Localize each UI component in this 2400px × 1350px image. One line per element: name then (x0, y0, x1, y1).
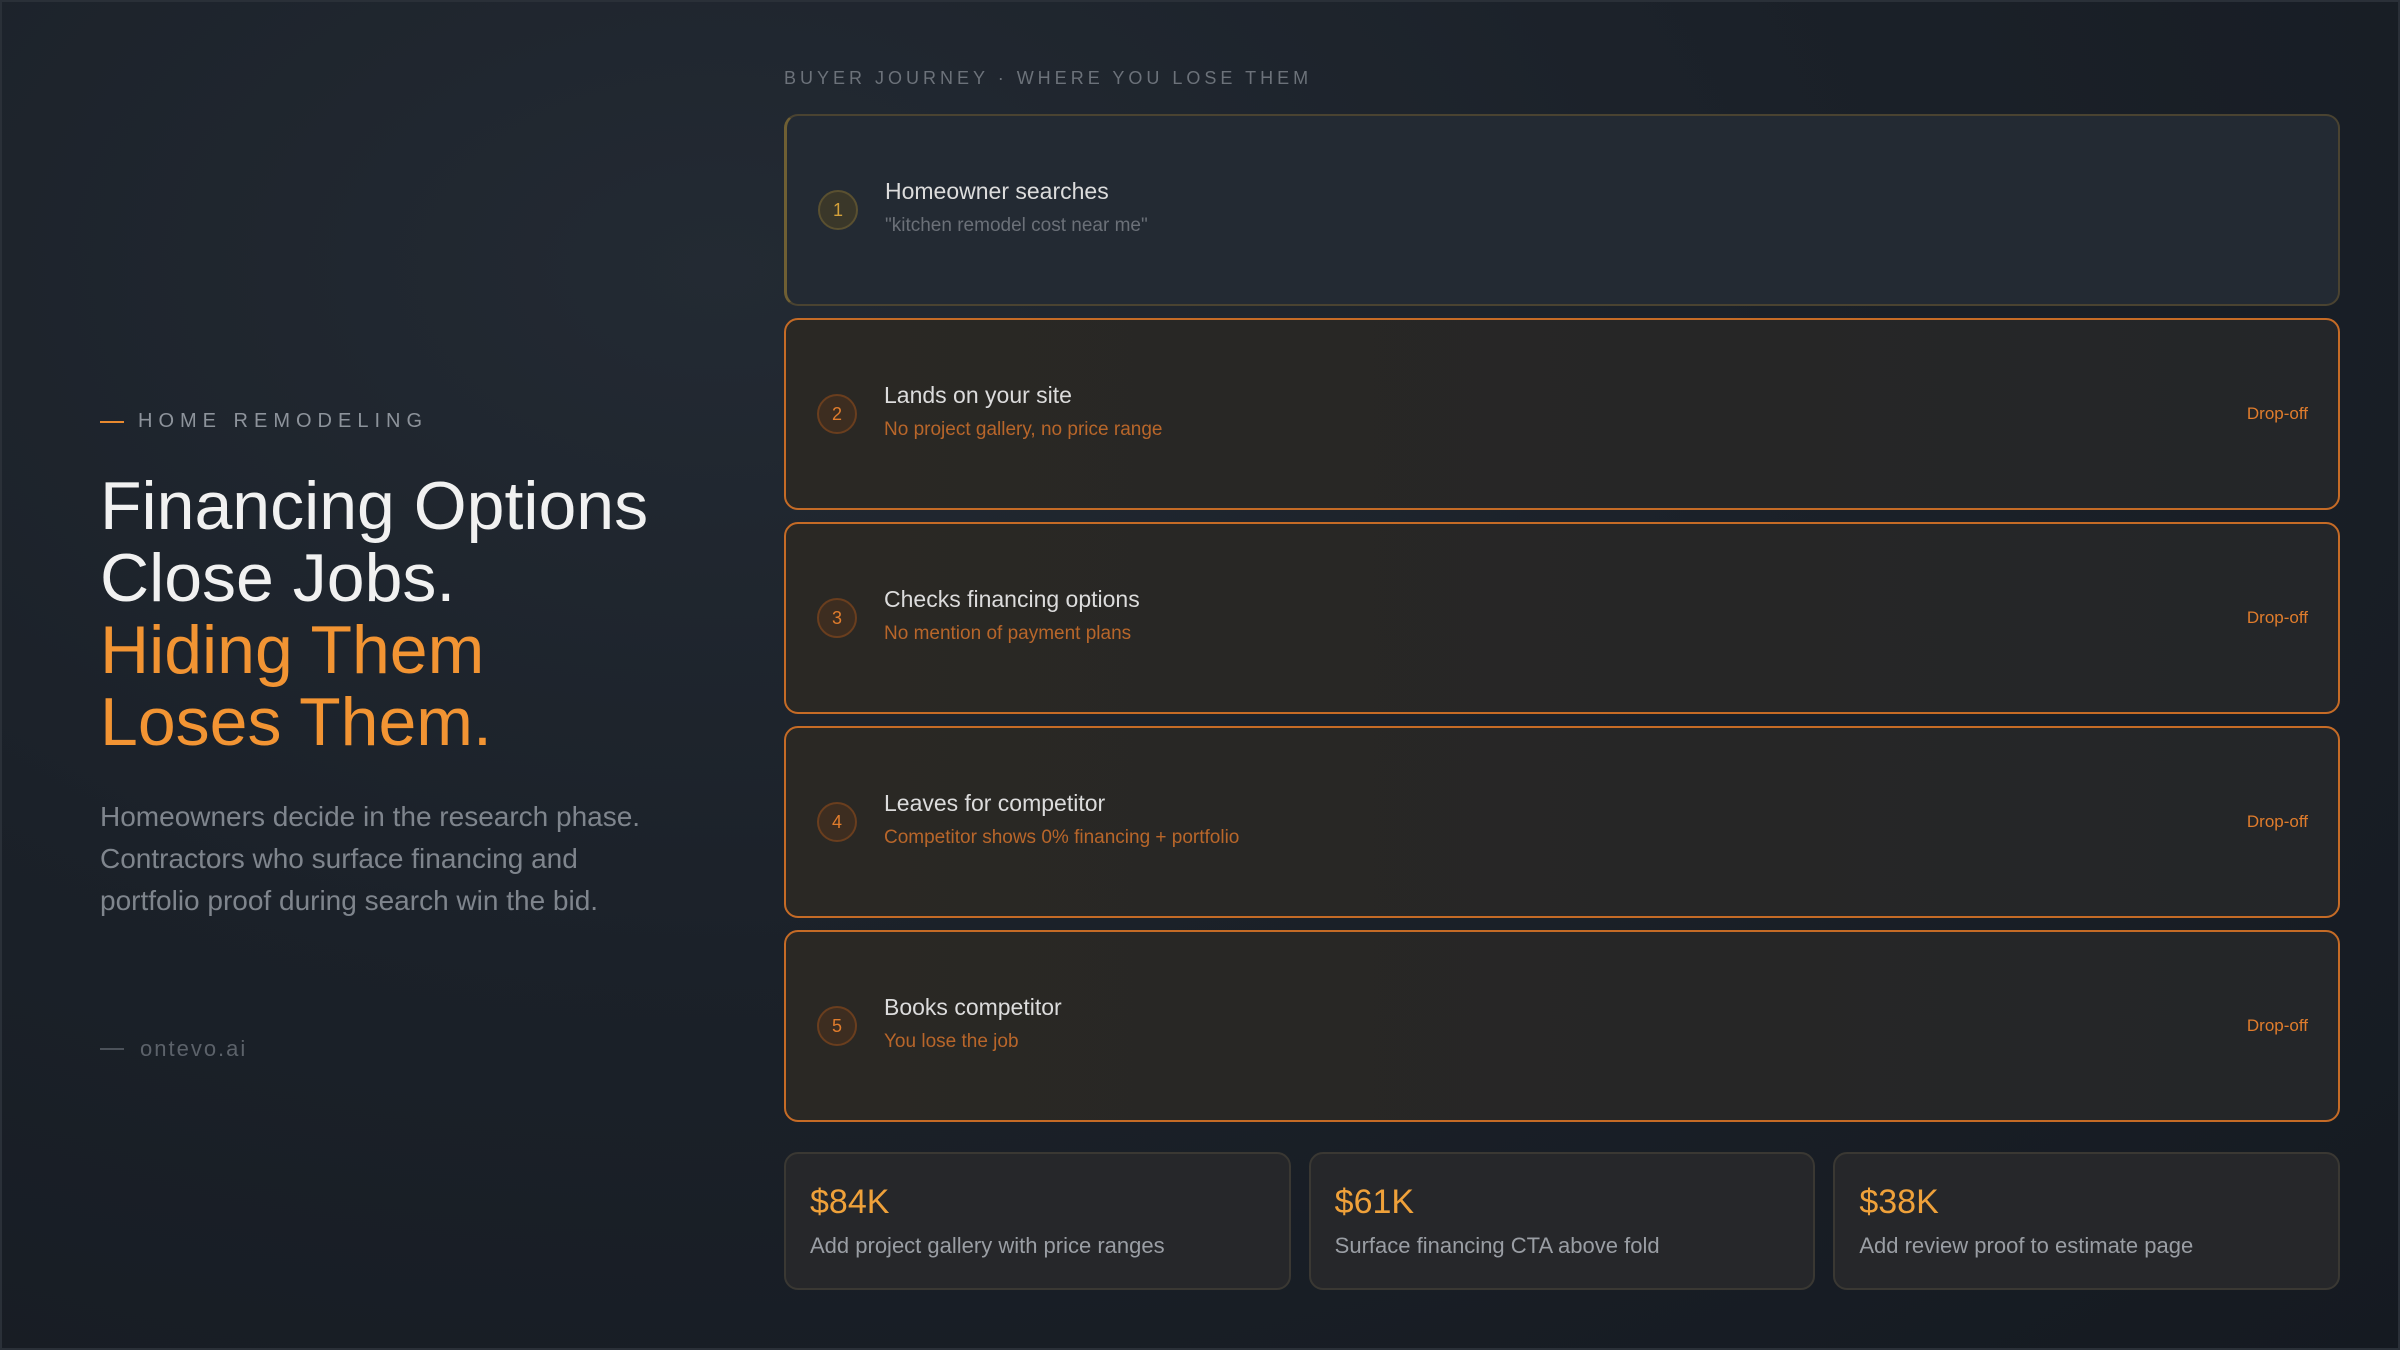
step-subtitle: No mention of payment plans (884, 623, 1132, 644)
brand-label: ontevo.ai (140, 1036, 248, 1061)
stat-card: $84K Add project gallery with price rang… (784, 1152, 1291, 1290)
dropoff-badge: Drop-off (2246, 1016, 2308, 1035)
headline-line-2: Close Jobs. (100, 540, 456, 616)
stat-card: $38K Add review proof to estimate page (1833, 1152, 2341, 1290)
step-number: 3 (817, 598, 857, 638)
step-number: 4 (817, 802, 857, 842)
step-subtitle: "kitchen remodel cost near me" (885, 215, 1148, 236)
journey-step-5: 5 Books competitor You lose the job Drop… (784, 930, 2340, 1122)
slide: HOME REMODELING Financing Options Close … (0, 0, 2400, 1350)
dropoff-badge: Drop-off (2246, 404, 2308, 423)
eyebrow-label: HOME REMODELING (138, 410, 429, 432)
brand-dash (100, 1048, 124, 1050)
body-copy: Homeowners decide in the research phase.… (100, 801, 641, 916)
step-subtitle: You lose the job (884, 1031, 1019, 1052)
step-text: Homeowner searches "kitchen remodel cost… (885, 176, 1148, 240)
step-text: Lands on your site No project gallery, n… (884, 380, 1162, 444)
dropoff-badge: Drop-off (2246, 608, 2308, 627)
headline-line-3: Hiding Them (100, 612, 485, 688)
stat-label: Add review proof to estimate page (1859, 1233, 2194, 1258)
headline-line-1: Financing Options (100, 468, 649, 544)
step-subtitle: No project gallery, no price range (884, 419, 1163, 440)
step-title: Lands on your site (884, 382, 1072, 408)
stat-card: $61K Surface financing CTA above fold (1308, 1152, 1816, 1290)
journey-step-3: 3 Checks financing options No mention of… (784, 522, 2340, 714)
step-subtitle: Competitor shows 0% financing + portfoli… (884, 827, 1240, 848)
step-title: Homeowner searches (885, 178, 1109, 204)
stat-value: $38K (1859, 1183, 1939, 1221)
stat-value: $61K (1334, 1183, 1415, 1221)
step-text: Leaves for competitor Competitor shows 0… (884, 788, 1239, 852)
eyebrow: HOME REMODELING (100, 410, 428, 433)
step-number: 2 (817, 394, 857, 434)
step-text: Checks financing options No mention of p… (884, 584, 1140, 648)
step-title: Checks financing options (884, 586, 1140, 612)
journey-step-4: 4 Leaves for competitor Competitor shows… (784, 726, 2340, 918)
step-number: 5 (817, 1006, 857, 1046)
headline-line-4: Loses Them. (100, 684, 492, 760)
brand: ontevo.ai (100, 1036, 247, 1062)
stat-cards: $84K Add project gallery with price rang… (784, 1152, 2341, 1290)
journey-step-1: 1 Homeowner searches "kitchen remodel co… (784, 114, 2340, 306)
step-title: Leaves for competitor (884, 790, 1106, 816)
headline: Financing Options Close Jobs. Hiding The… (100, 470, 700, 758)
stat-label: Add project gallery with price ranges (810, 1233, 1165, 1258)
step-title: Books competitor (884, 994, 1062, 1020)
journey-label: BUYER JOURNEY · WHERE YOU LOSE THEM (784, 68, 1313, 88)
stat-value: $84K (810, 1183, 890, 1221)
journey-step-2: 2 Lands on your site No project gallery,… (784, 318, 2340, 510)
stat-label: Surface financing CTA above fold (1334, 1233, 1660, 1258)
step-number: 1 (818, 190, 858, 230)
step-text: Books competitor You lose the job (884, 992, 1062, 1056)
eyebrow-dash (100, 420, 124, 423)
journey-steps: 1 Homeowner searches "kitchen remodel co… (784, 114, 2340, 1134)
dropoff-badge: Drop-off (2246, 812, 2308, 831)
